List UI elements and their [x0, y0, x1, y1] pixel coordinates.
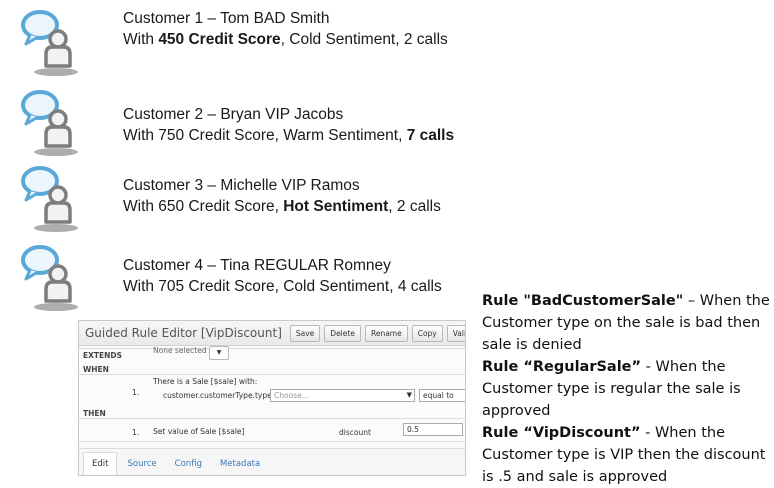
when-label: WHEN [83, 365, 109, 374]
customer-details: With 750 Credit Score, Warm Sentiment, 7… [123, 127, 455, 144]
tab-config[interactable]: Config [167, 453, 210, 475]
chevron-down-icon: ▼ [406, 391, 412, 399]
customer-chat-user-icon [21, 90, 78, 156]
extends-label: EXTENDS [83, 351, 123, 360]
then-label: THEN [83, 409, 106, 418]
editor-tabs: Edit Source Config Metadata [79, 448, 465, 475]
tab-edit[interactable]: Edit [83, 452, 118, 475]
when-choose-select[interactable]: Choose... ▼ [270, 389, 415, 402]
then-action[interactable]: Set value of Sale [$sale] [153, 427, 244, 436]
customer-details: With 450 Credit Score, Cold Sentiment, 2… [123, 31, 448, 48]
operator-select[interactable]: equal to [419, 389, 465, 402]
rule-vip-discount: Rule “VipDiscount” - When the Customer t… [482, 425, 766, 485]
save-button[interactable]: Save [289, 324, 321, 342]
when-field[interactable]: customer.customerType.type [163, 391, 272, 400]
rename-button[interactable]: Rename [364, 324, 408, 342]
customer-name: Customer 4 – Tina REGULAR Romney [123, 257, 391, 274]
when-row-number: 1. [132, 388, 140, 397]
guided-rule-editor: Guided Rule Editor [VipDiscount] Save De… [78, 320, 466, 476]
extends-dropdown-button[interactable]: ▼ [209, 346, 229, 360]
customer-chat-user-icon [21, 245, 78, 311]
customer-name: Customer 2 – Bryan VIP Jacobs [123, 106, 344, 123]
editor-body: EXTENDS None selected ▼ WHEN 1. There is… [79, 346, 465, 450]
tab-metadata[interactable]: Metadata [212, 453, 268, 475]
then-field-label: discount [339, 428, 371, 437]
discount-value-input[interactable]: 0.5 [403, 423, 463, 436]
customer-card-2: Customer 2 – Bryan VIP Jacobs With 750 C… [18, 88, 488, 158]
copy-button[interactable]: Copy [411, 324, 443, 342]
rule-bad-customer-sale: Rule "BadCustomerSale" – When the Custom… [482, 293, 770, 353]
validate-button[interactable]: Validate [446, 324, 465, 342]
editor-title: Guided Rule Editor [VipDiscount] [85, 326, 282, 340]
customer-card-4: Customer 4 – Tina REGULAR Romney With 70… [18, 243, 488, 313]
when-pattern[interactable]: There is a Sale [$sale] with: [153, 377, 257, 386]
tab-source[interactable]: Source [119, 453, 164, 475]
then-row-number: 1. [132, 428, 140, 437]
customer-card-3: Customer 3 – Michelle VIP Ramos With 650… [18, 164, 488, 234]
editor-header: Guided Rule Editor [VipDiscount] Save De… [79, 321, 465, 346]
customer-details: With 705 Credit Score, Cold Sentiment, 4… [123, 278, 442, 295]
customer-chat-user-icon [21, 10, 78, 76]
delete-button[interactable]: Delete [324, 324, 361, 342]
customer-name: Customer 1 – Tom BAD Smith [123, 10, 330, 27]
customer-chat-user-icon [21, 166, 78, 232]
rule-regular-sale: Rule “RegularSale” - When the Customer t… [482, 359, 741, 419]
customer-card-1: Customer 1 – Tom BAD Smith With 450 Cred… [18, 8, 488, 78]
customer-name: Customer 3 – Michelle VIP Ramos [123, 177, 360, 194]
customer-details: With 650 Credit Score, Hot Sentiment, 2 … [123, 198, 441, 215]
rules-description: Rule "BadCustomerSale" – When the Custom… [482, 290, 772, 488]
extends-value: None selected [153, 346, 207, 355]
